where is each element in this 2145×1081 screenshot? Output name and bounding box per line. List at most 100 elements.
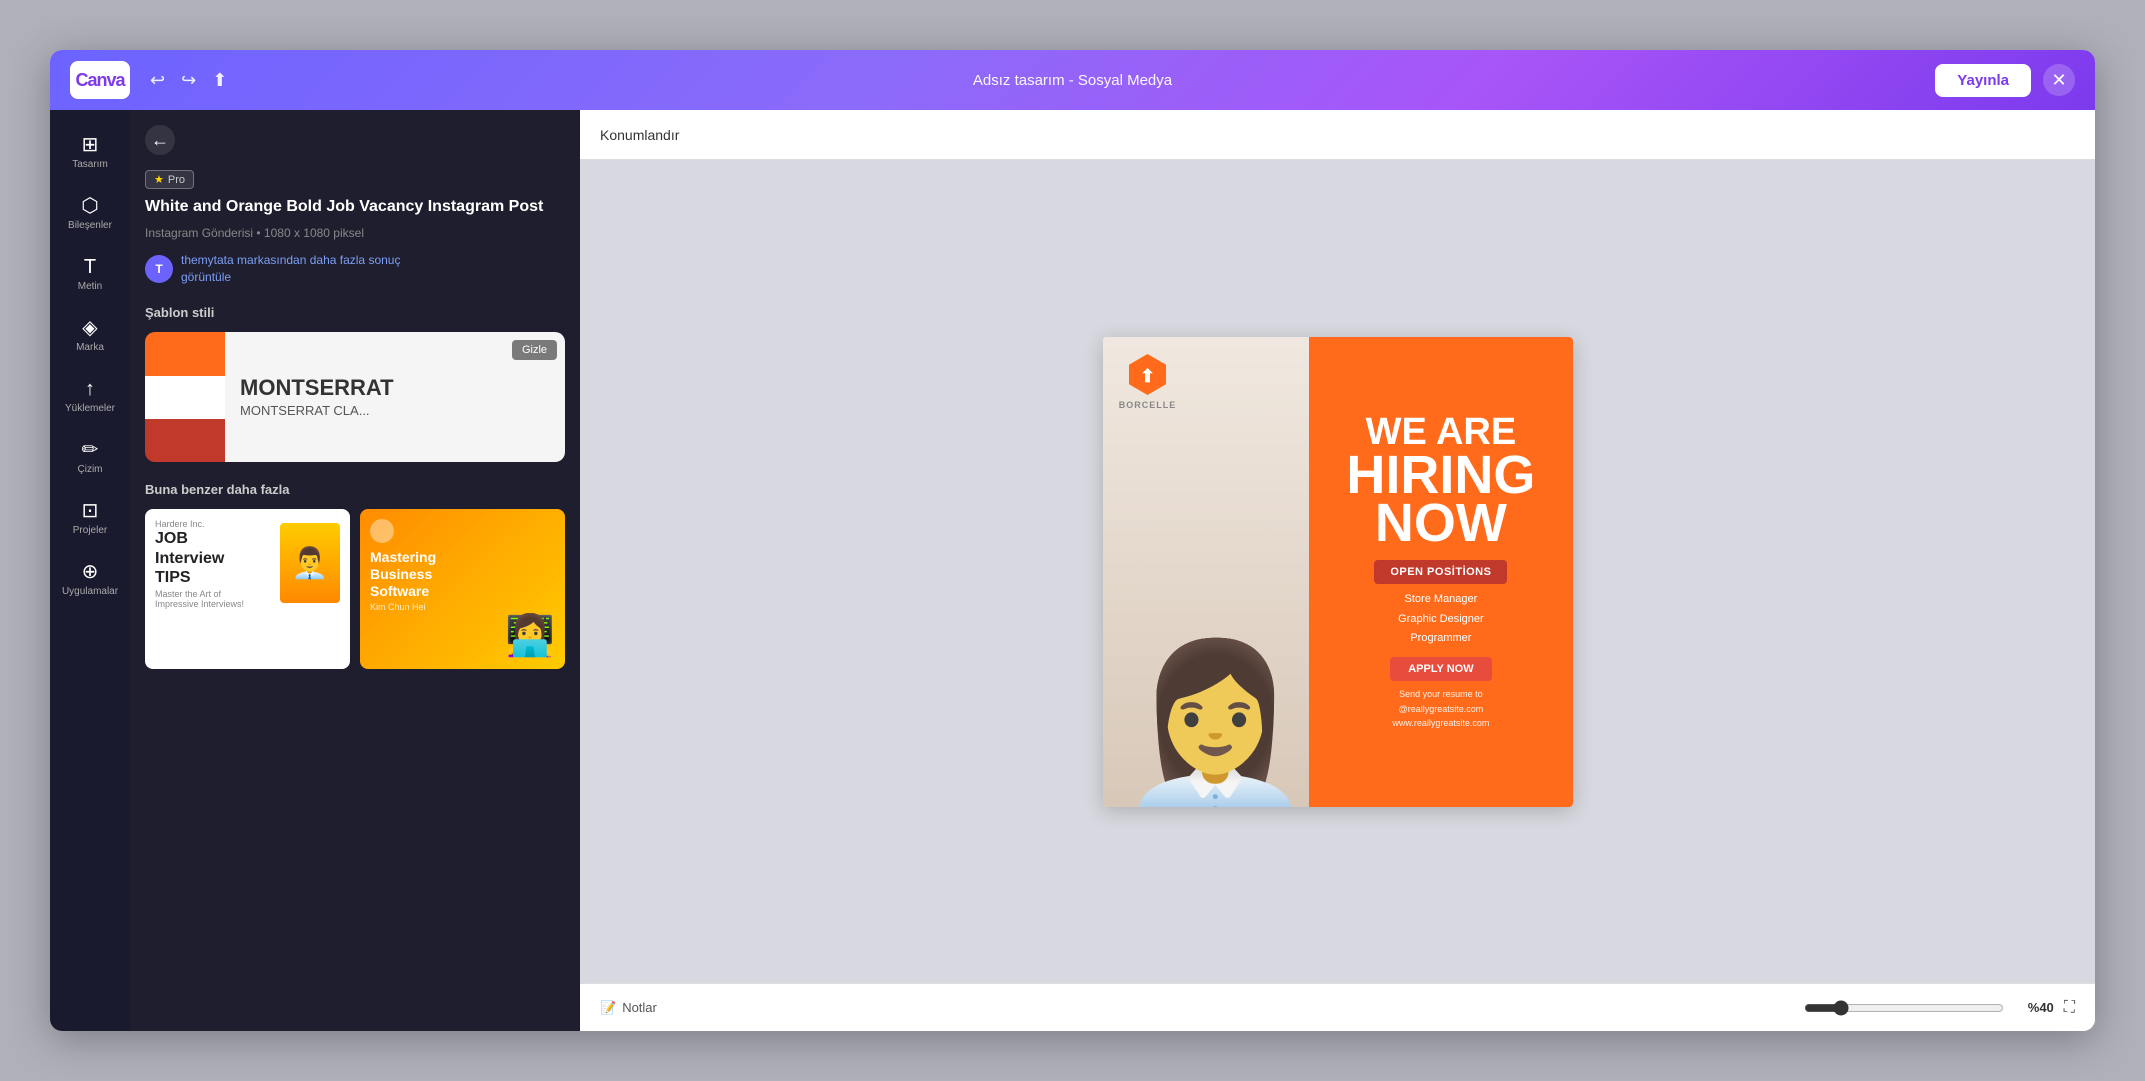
zoom-slider-container [1804,1000,2004,1016]
template-title: White and Orange Bold Job Vacancy Instag… [145,197,565,218]
cizim-icon: ✏ [82,440,99,460]
cizim-label: Çizim [78,464,103,476]
style-font-large: MONTSERRAT [240,377,550,399]
sidebar-item-uygulamalar[interactable]: ⊕ Uygulamalar [54,552,126,608]
hiring-text: HIRING [1346,451,1535,500]
author-link[interactable]: görüntüle [181,270,231,284]
redo-icon[interactable]: ↪ [181,70,196,91]
template-meta: Instagram Gönderisi • 1080 x 1080 piksel [145,226,565,240]
style-section-title: Şablon stili [145,305,565,320]
color-swatch-red [145,419,225,462]
zoom-controls: %40 ⛶ [1804,999,2075,1017]
sidebar-item-metin[interactable]: T Metin [54,247,126,303]
sidebar-item-projeler[interactable]: ⊡ Projeler [54,491,126,547]
author-avatar: T [145,255,173,283]
contact-text: Send your resume to @reallygreatsite.com… [1392,687,1489,730]
publish-button[interactable]: Yayınla [1935,64,2031,97]
job-interview-subtitle: Master the Art ofImpressive Interviews! [155,589,244,609]
canvas-workspace[interactable]: ⬆ BORCELLE 👩‍💼 [580,160,2095,983]
biz-person-icon: 👩‍💻 [505,612,555,659]
sidebar-item-cizim[interactable]: ✏ Çizim [54,430,126,486]
uygulamalar-label: Uygulamalar [62,586,118,598]
topbar-right: Yayınla ✕ [1935,64,2075,97]
color-swatch-orange [145,332,225,375]
zoom-value: %40 [2014,1000,2054,1015]
panel-back: ← [145,125,565,155]
yuklemeler-icon: ↑ [85,379,95,399]
job-tips-card: Hardere Inc. JOBInterviewTIPS Master the… [145,509,350,669]
konumlandir-text: Konumlandır [600,127,679,143]
style-card[interactable]: MONTSERRAT MONTSERRAT CLA... Gizle [145,332,565,462]
pro-badge: ★ Pro [145,170,194,189]
notes-label: Notlar [622,1000,657,1015]
topbar-icons: ↩ ↪ ⬆ [150,70,227,91]
style-colors [145,332,225,462]
similar-grid: Hardere Inc. JOBInterviewTIPS Master the… [145,509,565,669]
job-tips-logo: Hardere Inc. [155,519,244,529]
positions-list: Store Manager Graphic Designer Programme… [1398,590,1484,649]
borcelle-logo: ⬆ BORCELLE [1118,352,1178,422]
zoom-slider[interactable] [1804,1000,2004,1016]
topbar-left: Canva ↩ ↪ ⬆ [70,61,227,99]
projeler-label: Projeler [73,525,107,537]
biz-logo-circle [370,519,394,543]
design-card: ⬆ BORCELLE 👩‍💼 [1103,337,1573,807]
similar-item-job-tips[interactable]: Hardere Inc. JOBInterviewTIPS Master the… [145,509,350,669]
back-arrow-button[interactable]: ← [145,125,175,155]
topbar-title: Adsız tasarım - Sosyal Medya [973,72,1172,89]
konumlandir-bar: Konumlandır [580,110,2095,160]
job-tips-top: Hardere Inc. JOBInterviewTIPS Master the… [155,519,340,609]
author-text: themytata markasından daha fazla sonuç g… [181,252,400,286]
uygulamalar-icon: ⊕ [82,562,99,582]
content-area: ⊞ Tasarım ⬡ Bileşenler T Metin ◈ Marka ↑… [50,110,2095,1031]
borcelle-hex-icon: ⬆ [1125,352,1170,397]
sidebar-item-yuklemeler[interactable]: ↑ Yüklemeler [54,369,126,425]
share-icon[interactable]: ⬆ [212,70,227,91]
notes-icon: 📝 [600,1000,616,1016]
template-author: T themytata markasından daha fazla sonuç… [145,252,565,286]
metin-icon: T [84,257,96,277]
biz-title: MasteringBusinessSoftware [370,549,555,599]
now-text: NOW [1375,499,1507,548]
style-card-inner: MONTSERRAT MONTSERRAT CLA... [145,332,565,462]
canva-logo[interactable]: Canva [70,61,130,99]
projeler-icon: ⊡ [82,501,99,521]
hide-style-button[interactable]: Gizle [512,340,557,360]
style-font-small: MONTSERRAT CLA... [240,403,550,418]
svg-text:⬆: ⬆ [1140,366,1155,386]
person-emoji: 👩‍💼 [1116,647,1315,807]
marka-label: Marka [76,342,104,354]
sidebar-item-marka[interactable]: ◈ Marka [54,308,126,364]
main-window: Canva ↩ ↪ ⬆ Adsız tasarım - Sosyal Medya… [50,50,2095,1031]
metin-label: Metin [78,281,102,293]
logo-area: ⬆ BORCELLE [1118,352,1178,422]
job-tips-content: Hardere Inc. JOBInterviewTIPS Master the… [155,519,244,609]
pro-star-icon: ★ [154,173,164,186]
topbar: Canva ↩ ↪ ⬆ Adsız tasarım - Sosyal Medya… [50,50,2095,110]
tasarim-label: Tasarım [72,159,108,171]
sidebar-item-bilesen[interactable]: ⬡ Bileşenler [54,186,126,242]
bilesen-icon: ⬡ [81,196,98,216]
bilesen-label: Bileşenler [68,220,112,232]
left-panel: ← ★ Pro White and Orange Bold Job Vacanc… [130,110,580,1031]
bottom-bar: 📝 Notlar %40 ⛶ [580,983,2095,1031]
hiring-text-area: WE ARE HIRING NOW OPEN POSİTİONS Store M… [1309,337,1572,807]
yuklemeler-label: Yüklemeler [65,403,115,415]
notes-button[interactable]: 📝 Notlar [600,1000,657,1016]
similar-item-business[interactable]: MasteringBusinessSoftware Kim Chun Hei 👩… [360,509,565,669]
undo-icon[interactable]: ↩ [150,70,165,91]
open-positions-button: OPEN POSİTİONS [1374,560,1507,584]
apply-now-button: APPLY NOW [1390,657,1491,681]
biz-subtitle: Kim Chun Hei [370,602,555,612]
business-card: MasteringBusinessSoftware Kim Chun Hei 👩… [360,509,565,669]
canvas-area: Konumlandır ⬆ BORCELLE [580,110,2095,1031]
job-interview-title: JOBInterviewTIPS [155,529,244,587]
sidebar-item-tasarim[interactable]: ⊞ Tasarım [54,125,126,181]
fullscreen-icon[interactable]: ⛶ [2064,999,2075,1017]
borcelle-logo-text: BORCELLE [1119,400,1177,410]
tasarim-icon: ⊞ [82,135,99,155]
marka-icon: ◈ [82,318,97,338]
close-button[interactable]: ✕ [2043,64,2075,96]
sidebar-icons: ⊞ Tasarım ⬡ Bileşenler T Metin ◈ Marka ↑… [50,110,130,1031]
similar-section-title: Buna benzer daha fazla [145,482,565,497]
